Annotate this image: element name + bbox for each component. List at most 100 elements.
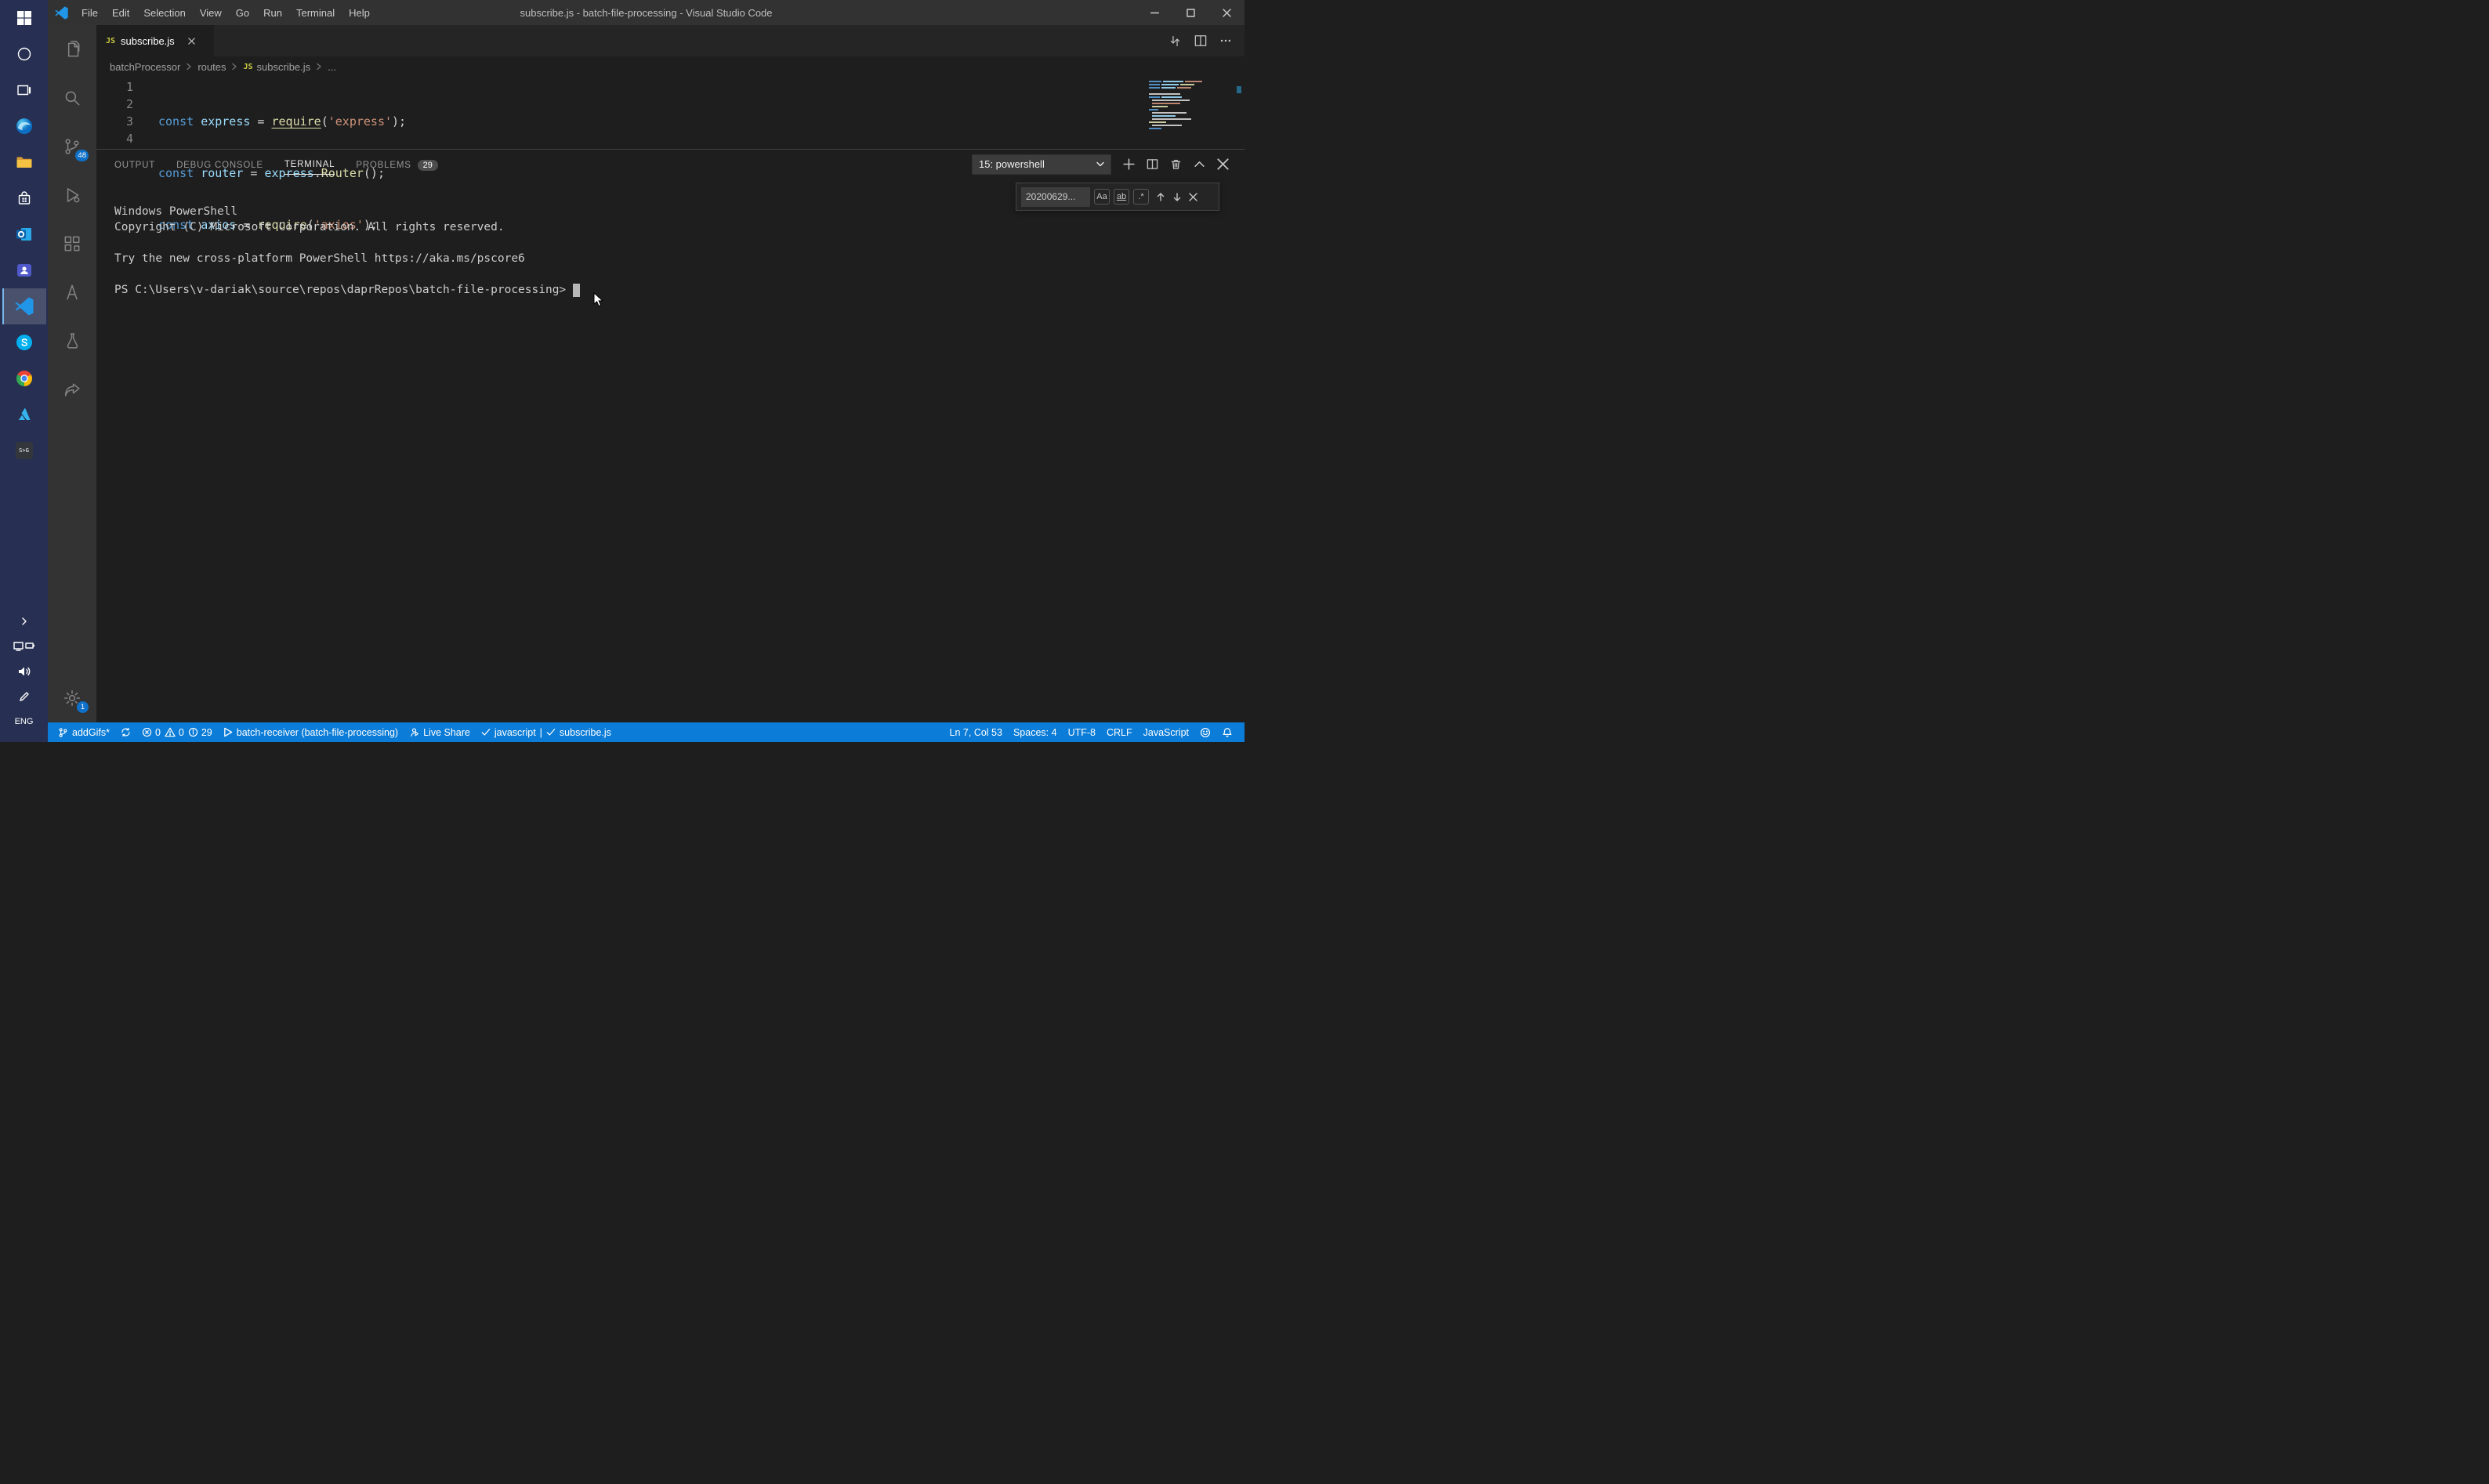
skype-icon — [15, 333, 34, 352]
breadcrumb-batchprocessor[interactable]: batchProcessor — [110, 61, 180, 73]
taskbar-file-explorer[interactable] — [2, 144, 46, 180]
taskbar-edge[interactable] — [2, 108, 46, 144]
language-mode-status[interactable]: JavaScript — [1138, 727, 1194, 738]
taskbar-sg-app[interactable]: S>G — [2, 433, 46, 469]
taskbar-azure[interactable] — [2, 396, 46, 433]
taskbar-vscode[interactable] — [2, 288, 46, 324]
kill-terminal-trash-icon[interactable] — [1170, 158, 1182, 170]
explorer-activity[interactable] — [48, 25, 96, 74]
regex-toggle[interactable]: .* — [1133, 189, 1149, 205]
menu-edit[interactable]: Edit — [105, 0, 136, 25]
task-view-button[interactable] — [2, 72, 46, 108]
run-debug-activity[interactable] — [48, 171, 96, 219]
breadcrumb-routes[interactable]: routes — [197, 61, 226, 73]
settings-activity[interactable]: 1 — [48, 674, 96, 722]
tab-debug-console[interactable]: DEBUG CONSOLE — [176, 154, 263, 175]
problems-status[interactable]: 0 0 29 — [136, 722, 218, 742]
split-terminal-icon[interactable] — [1147, 158, 1158, 170]
network-battery-tray[interactable] — [2, 634, 46, 659]
minimap[interactable] — [1147, 78, 1232, 147]
tab-terminal[interactable]: TERMINAL — [284, 154, 335, 175]
overview-ruler[interactable] — [1234, 77, 1244, 149]
find-previous-icon[interactable] — [1156, 192, 1165, 202]
close-window-button[interactable] — [1208, 0, 1244, 25]
match-case-toggle[interactable]: Aa — [1094, 189, 1110, 205]
indentation-status[interactable]: Spaces: 4 — [1008, 727, 1063, 738]
share-activity[interactable] — [48, 365, 96, 414]
git-branch-status[interactable]: addGifs* — [53, 722, 115, 742]
volume-tray[interactable] — [2, 659, 46, 684]
maximize-panel-chevron-icon[interactable] — [1194, 158, 1205, 170]
panel-header: OUTPUT DEBUG CONSOLE TERMINAL PROBLEMS 2… — [96, 150, 1244, 179]
windows-taskbar: S>G ENG — [0, 0, 48, 742]
split-editor-icon[interactable] — [1194, 34, 1207, 47]
menu-run[interactable]: Run — [256, 0, 289, 25]
tab-subscribe-js[interactable]: JS subscribe.js — [96, 25, 214, 56]
close-panel-icon[interactable] — [1217, 158, 1229, 170]
sync-status[interactable] — [115, 722, 136, 742]
menu-help[interactable]: Help — [342, 0, 377, 25]
taskbar-store[interactable] — [2, 180, 46, 216]
encoding-status[interactable]: UTF-8 — [1063, 727, 1101, 738]
menu-go[interactable]: Go — [229, 0, 256, 25]
more-actions-icon[interactable] — [1219, 34, 1232, 47]
find-next-icon[interactable] — [1172, 192, 1182, 202]
taskbar-skype[interactable] — [2, 324, 46, 360]
live-share-status[interactable]: Live Share — [404, 722, 476, 742]
tab-problems[interactable]: PROBLEMS 29 — [356, 154, 438, 176]
breadcrumb-file[interactable]: JS subscribe.js — [243, 61, 310, 73]
taskbar-outlook[interactable] — [2, 216, 46, 252]
flask-activity[interactable] — [48, 317, 96, 365]
terminal-output[interactable]: Windows PowerShell Copyright (C) Microso… — [96, 179, 1244, 722]
hidden-icons-chevron[interactable] — [2, 609, 46, 634]
close-find-icon[interactable] — [1189, 193, 1197, 201]
menu-view[interactable]: View — [193, 0, 229, 25]
compare-changes-icon[interactable] — [1168, 34, 1182, 48]
cortana-icon — [16, 46, 32, 62]
search-activity[interactable] — [48, 74, 96, 122]
linter-status[interactable]: javascript | subscribe.js — [476, 722, 617, 742]
line-number: 2 — [96, 96, 133, 113]
whole-word-toggle[interactable]: ab — [1114, 189, 1129, 205]
live-share-icon — [409, 727, 419, 737]
start-button[interactable] — [2, 0, 46, 36]
extensions-activity[interactable] — [48, 219, 96, 268]
maximize-icon — [1187, 9, 1195, 17]
tab-close-button[interactable] — [188, 38, 195, 45]
terminal-prompt: PS C:\Users\v-dariak\source\repos\daprRe… — [114, 282, 573, 298]
eol-status[interactable]: CRLF — [1101, 727, 1138, 738]
menu-selection[interactable]: Selection — [136, 0, 192, 25]
app-logo — [48, 6, 74, 20]
source-control-activity[interactable]: 48 — [48, 122, 96, 171]
terminal-prompt-row: PS C:\Users\v-dariak\source\repos\daprRe… — [114, 282, 1244, 298]
debug-target-status[interactable]: batch-receiver (batch-file-processing) — [218, 722, 404, 742]
cursor-position-status[interactable]: Ln 7, Col 53 — [944, 727, 1008, 738]
azure-icon — [15, 405, 34, 424]
line-number: 3 — [96, 113, 133, 130]
taskbar-teams[interactable] — [2, 252, 46, 288]
cursor-position-label: Ln 7, Col 53 — [950, 727, 1002, 738]
code-editor[interactable]: 1 2 3 4 const express = require('express… — [96, 77, 1244, 149]
pen-tray[interactable] — [2, 684, 46, 709]
taskbar-chrome[interactable] — [2, 360, 46, 396]
menu-file[interactable]: File — [74, 0, 105, 25]
new-terminal-icon[interactable] — [1123, 158, 1135, 170]
breadcrumb-more[interactable]: ... — [328, 61, 336, 73]
settings-badge: 1 — [76, 700, 89, 714]
feedback-status[interactable] — [1194, 727, 1216, 738]
menu-terminal[interactable]: Terminal — [289, 0, 342, 25]
panel: OUTPUT DEBUG CONSOLE TERMINAL PROBLEMS 2… — [96, 149, 1244, 722]
shell-select-value: 15: powershell — [979, 158, 1045, 170]
tab-output[interactable]: OUTPUT — [114, 154, 155, 175]
maximize-button[interactable] — [1172, 0, 1208, 25]
azure-activity[interactable] — [48, 268, 96, 317]
line-numbers: 1 2 3 4 — [96, 78, 133, 149]
minimize-button[interactable] — [1136, 0, 1172, 25]
notifications-status[interactable] — [1216, 727, 1238, 738]
cortana-button[interactable] — [2, 36, 46, 72]
find-input[interactable] — [1021, 187, 1090, 207]
infos-count: 29 — [201, 727, 212, 738]
language-indicator[interactable]: ENG — [2, 709, 46, 734]
status-bar: addGifs* 0 0 — [48, 722, 1244, 742]
terminal-shell-select[interactable]: 15: powershell — [972, 154, 1111, 175]
